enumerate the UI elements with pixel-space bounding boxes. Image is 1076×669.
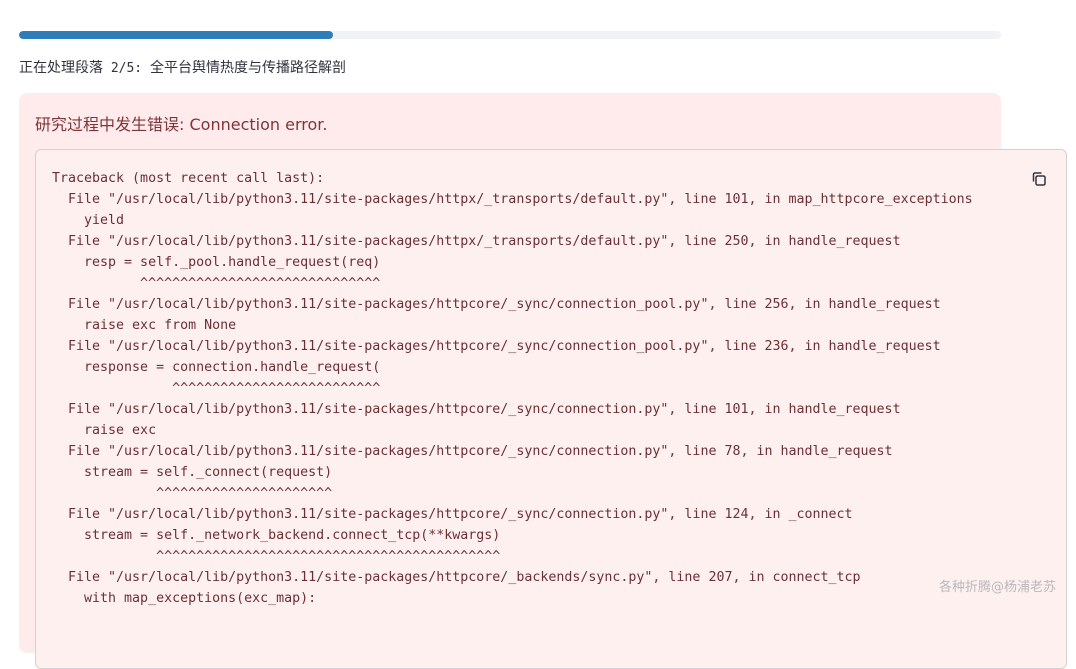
traceback-line: yield [52,213,125,228]
traceback-line: Traceback (most recent call last): [52,171,325,186]
traceback-line: ^^^^^^^^^^^^^^^^^^^^^^^^^^^^^^^^^^^^^^^^… [52,549,501,564]
traceback-line: with map_exceptions(exc_map): [52,591,317,606]
copy-button[interactable] [1030,170,1048,188]
error-alert: 研究过程中发生错误: Connection error. Traceback (… [19,93,1067,669]
progress-label-count: 2/5: [103,61,150,76]
copy-icon [1032,172,1046,186]
error-title: 研究过程中发生错误: Connection error. [35,115,328,134]
traceback-line: File "/usr/local/lib/python3.11/site-pac… [52,444,893,459]
traceback-line: ^^^^^^^^^^^^^^^^^^^^^^^^^^^^^^ [52,276,381,291]
traceback-line: File "/usr/local/lib/python3.11/site-pac… [52,234,901,249]
traceback-line: response = connection.handle_request( [52,360,381,375]
progress-bar [19,31,1001,39]
progress-status: 正在处理段落 2/5: 全平台舆情热度与传播路径解剖 [19,57,346,77]
traceback-line: File "/usr/local/lib/python3.11/site-pac… [52,402,901,417]
traceback-line: File "/usr/local/lib/python3.11/site-pac… [52,297,941,312]
traceback-code-block: Traceback (most recent call last): File … [35,149,1067,669]
traceback-line: raise exc [52,423,157,438]
traceback-line: File "/usr/local/lib/python3.11/site-pac… [52,339,941,354]
progress-label-section: 全平台舆情热度与传播路径解剖 [149,60,346,76]
traceback-line: ^^^^^^^^^^^^^^^^^^^^^^ [52,486,333,501]
traceback-line: File "/usr/local/lib/python3.11/site-pac… [52,192,973,207]
traceback-line: File "/usr/local/lib/python3.11/site-pac… [52,507,853,522]
traceback-line: File "/usr/local/lib/python3.11/site-pac… [52,570,861,585]
watermark: 各种折腾@杨浦老苏 [938,580,1056,595]
traceback-line: resp = self._pool.handle_request(req) [52,255,381,270]
progress-bar-fill [19,31,334,39]
traceback-line: stream = self._network_backend.connect_t… [52,528,501,543]
traceback-line: ^^^^^^^^^^^^^^^^^^^^^^^^^^ [52,381,381,396]
traceback-line: raise exc from None [52,318,237,333]
traceback-line: stream = self._connect(request) [52,465,333,480]
progress-label-prefix: 正在处理段落 [19,60,103,76]
traceback-text: Traceback (most recent call last): File … [52,168,973,609]
